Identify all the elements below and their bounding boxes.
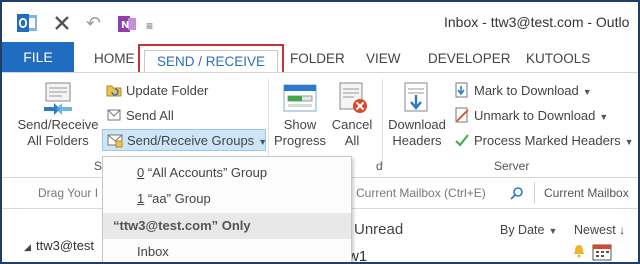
download-headers-icon — [399, 81, 435, 115]
update-folder-button[interactable]: Update Folder — [106, 80, 208, 102]
dropdown-arrow-icon: ▼ — [582, 87, 592, 97]
download-headers-button[interactable]: Download Headers — [386, 81, 448, 149]
send-receive-icon — [40, 81, 76, 115]
sort-by-date[interactable]: By Date ▼ — [500, 223, 557, 237]
tab-kutools[interactable]: KUTOOLS — [526, 48, 590, 70]
qat-dropdown-icon[interactable]: ≡ — [146, 16, 153, 36]
group-label-server: Server — [494, 159, 530, 173]
unmark-to-download-label: Unmark to Download — [474, 108, 596, 123]
groups-icon — [107, 134, 123, 148]
unmark-download-icon — [455, 107, 469, 123]
ribbon-tabs: FILE HOME SEND / RECEIVE FOLDER VIEW DEV… — [2, 42, 638, 78]
dropdown-arrow-icon: ▼ — [599, 112, 609, 122]
download-headers-label-2: Headers — [392, 133, 442, 148]
outlook-window: ↶ N ≡ Inbox - ttw3@test.com - Outlo FILE… — [0, 0, 640, 264]
cancel-all-label-1: Cancel — [331, 117, 373, 132]
onenote-icon[interactable]: N — [116, 13, 138, 39]
menu-item-all-accounts[interactable]: 0 “All Accounts” Group — [103, 160, 351, 186]
tab-file[interactable]: FILE — [2, 42, 74, 72]
send-receive-all-button[interactable]: Send/Receive All Folders — [14, 81, 102, 149]
menu-item-aa-group[interactable]: 1 “aa” Group — [103, 186, 351, 212]
cancel-all-label-2: All — [344, 133, 360, 148]
collapse-arrow-icon[interactable]: ◢ — [24, 242, 31, 253]
tab-home[interactable]: HOME — [94, 48, 135, 70]
undo-icon[interactable]: ↶ — [86, 13, 101, 33]
menu-header-account: “ttw3@test.com” Only — [103, 213, 351, 239]
tab-view[interactable]: VIEW — [366, 48, 401, 70]
menu-item-label: “aa” Group — [144, 191, 211, 206]
mark-to-download-button[interactable]: Mark to Download ▼ — [454, 80, 592, 102]
cancel-icon — [334, 81, 370, 115]
process-headers-icon — [455, 134, 469, 147]
download-headers-label-1: Download — [388, 117, 446, 132]
unmark-to-download-button[interactable]: Unmark to Download ▼ — [454, 105, 608, 127]
menu-item-inbox[interactable]: Inbox — [103, 239, 351, 262]
arrow-down-icon: ↓ — [619, 223, 626, 237]
cancel-all-button[interactable]: Cancel All — [328, 81, 376, 149]
show-progress-label-1: Show — [283, 117, 317, 132]
show-progress-label-2: Progress — [273, 133, 327, 148]
mark-to-download-label: Mark to Download — [474, 83, 579, 98]
window-title: Inbox - ttw3@test.com - Outlo — [444, 14, 630, 30]
sort-order[interactable]: Newest ↓ — [574, 223, 625, 237]
svg-text:N: N — [121, 20, 129, 31]
quick-access-toolbar: ↶ N ≡ Inbox - ttw3@test.com - Outlo — [2, 2, 638, 42]
show-progress-button[interactable]: Show Progress — [272, 81, 328, 149]
send-receive-groups-menu: 0 “All Accounts” Group 1 “aa” Group “ttw… — [102, 156, 352, 262]
ribbon-separator — [268, 79, 269, 165]
tab-developer[interactable]: DEVELOPER — [428, 48, 511, 70]
send-all-button[interactable]: Send All — [106, 105, 174, 127]
account-node[interactable]: ttw3@test — [36, 238, 94, 253]
search-scope[interactable]: Current Mailbox — [544, 186, 629, 200]
send-all-label: Send All — [126, 108, 174, 123]
menu-header-label: “ttw3@test.com” Only — [113, 218, 251, 233]
ribbon-separator — [382, 79, 383, 165]
tab-folder[interactable]: FOLDER — [290, 48, 345, 70]
close-icon[interactable] — [52, 13, 72, 37]
search-input[interactable]: h Current Mailbox (Ctrl+E) — [346, 186, 486, 200]
outlook-icon[interactable] — [16, 12, 38, 34]
send-receive-groups-label: Send/Receive Groups — [127, 133, 255, 148]
search-divider — [534, 182, 535, 204]
dropdown-arrow-icon: ▼ — [624, 137, 634, 147]
update-folder-icon — [106, 85, 122, 97]
send-receive-all-label-1: Send/Receive — [17, 117, 99, 132]
group-label-send-receive: S — [94, 159, 103, 173]
process-marked-headers-label: Process Marked Headers — [474, 133, 621, 148]
update-folder-label: Update Folder — [126, 83, 209, 98]
dropdown-arrow-icon: ▼ — [548, 226, 558, 236]
mark-download-icon — [455, 82, 468, 98]
dropdown-arrow-icon: ▼ — [258, 137, 268, 147]
send-all-icon — [107, 109, 121, 121]
send-receive-groups-button[interactable]: Send/Receive Groups ▼ — [102, 129, 268, 151]
progress-icon — [282, 81, 318, 115]
sort-by-date-label: By Date — [500, 223, 545, 237]
bell-icon[interactable] — [572, 244, 586, 258]
process-marked-headers-button[interactable]: Process Marked Headers ▼ — [454, 130, 634, 152]
send-receive-all-label-2: All Folders — [27, 133, 89, 148]
drag-favorites-text: Drag Your I — [38, 186, 99, 200]
unread-filter[interactable]: Unread — [354, 221, 403, 238]
search-icon[interactable] — [510, 186, 524, 200]
sort-order-label: Newest — [574, 223, 616, 237]
calendar-icon[interactable] — [592, 243, 612, 261]
menu-item-inbox-label: Inbox — [137, 244, 169, 259]
menu-item-label: “All Accounts” Group — [144, 165, 268, 180]
